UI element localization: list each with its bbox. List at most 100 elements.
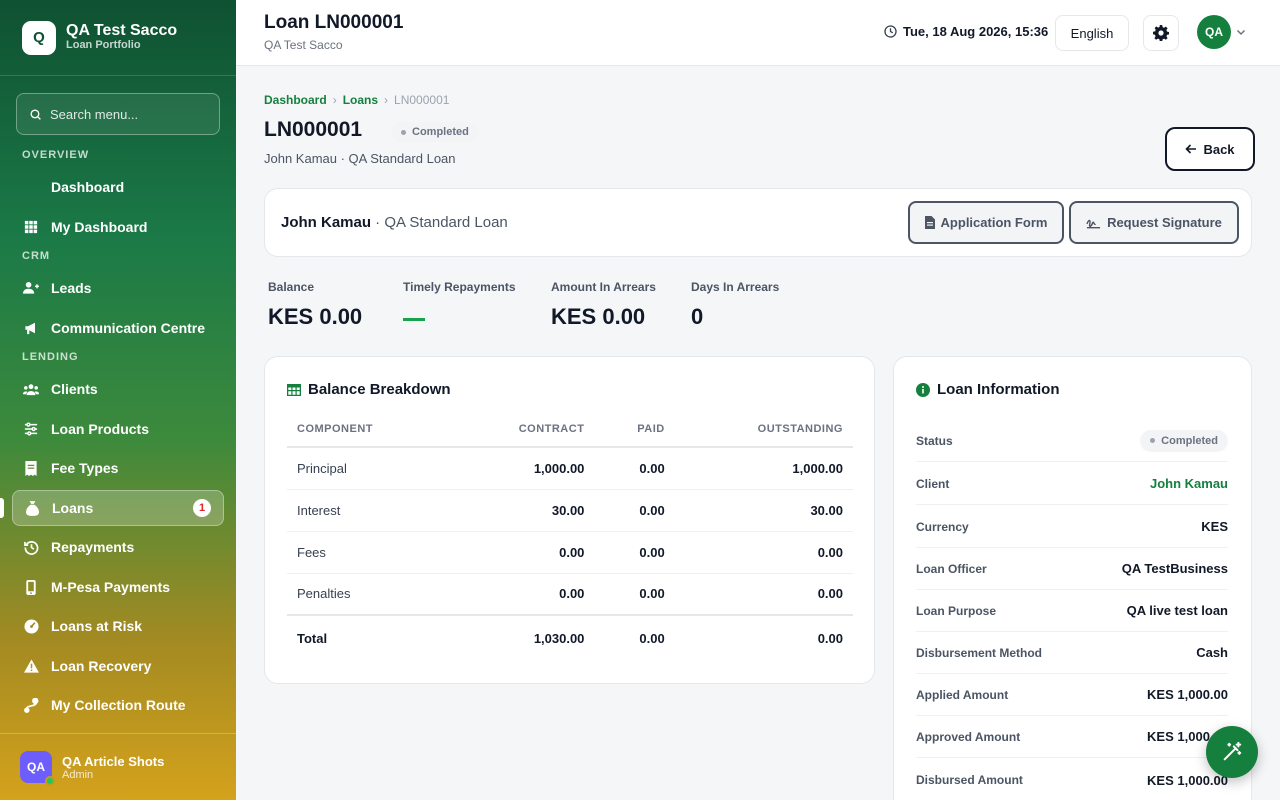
balance-breakdown-title: Balance Breakdown xyxy=(287,381,451,398)
language-select[interactable]: English xyxy=(1055,15,1129,51)
loan-header-title: John Kamau · QA Standard Loan xyxy=(281,214,508,231)
sidebar-item-loans[interactable]: Loans 1 xyxy=(12,490,224,526)
info-label: Disbursement Method xyxy=(916,645,1043,660)
loan-product-name: · QA Standard Loan xyxy=(371,214,508,231)
active-indicator xyxy=(0,498,4,518)
sidebar-item-fee-types[interactable]: Fee Types xyxy=(12,450,224,486)
table-icon xyxy=(287,383,301,396)
sidebar-item-communication[interactable]: Communication Centre xyxy=(12,310,224,346)
stat-timely-repayments: Timely Repayments xyxy=(403,280,516,321)
stat-value: 0 xyxy=(691,304,704,329)
sidebar-item-repayments[interactable]: Repayments xyxy=(12,529,224,565)
sidebar-item-collection-route[interactable]: My Collection Route xyxy=(12,687,224,723)
application-form-button[interactable]: Application Form xyxy=(908,201,1064,244)
info-label: Approved Amount xyxy=(916,729,1021,744)
grid-icon xyxy=(23,219,39,235)
sidebar-item-my-dashboard[interactable]: My Dashboard xyxy=(12,209,224,245)
stat-value: KES 0.00 xyxy=(551,304,646,329)
info-row-loan-purpose: Loan Purpose QA live test loan xyxy=(916,590,1228,632)
status-badge: Completed xyxy=(392,122,478,142)
sidebar-item-label: Loans at Risk xyxy=(51,618,143,634)
users-icon xyxy=(23,381,39,397)
stat-label: Balance xyxy=(268,280,315,294)
info-label: Loan Officer xyxy=(916,561,987,576)
table-cell: 0.00 xyxy=(594,489,675,532)
sidebar-item-loans-at-risk[interactable]: Loans at Risk xyxy=(12,608,224,644)
stat-value-dash xyxy=(403,318,425,321)
balance-breakdown-table: COMPONENT CONTRACT PAID OUTSTANDING Prin… xyxy=(287,411,853,661)
breadcrumb-dashboard[interactable]: Dashboard xyxy=(264,93,327,107)
user-profile[interactable]: QA QA Article Shots Admin xyxy=(0,733,236,800)
request-signature-label: Request Signature xyxy=(1107,215,1222,230)
breadcrumb-current: LN000001 xyxy=(394,93,450,107)
balance-breakdown-card: Balance Breakdown COMPONENT CONTRACT PAI… xyxy=(264,356,875,684)
gauge-icon xyxy=(23,618,39,634)
document-icon xyxy=(924,216,935,229)
loans-count-badge: 1 xyxy=(193,499,211,517)
datetime-text: Tue, 18 Aug 2026, 15:36 xyxy=(903,24,1049,39)
table-cell: Penalties xyxy=(287,573,450,616)
topbar: Loan LN000001 QA Test Sacco Tue, 18 Aug … xyxy=(236,0,1280,66)
chevron-down-icon[interactable] xyxy=(1236,27,1246,37)
table-cell: 0.00 xyxy=(449,531,595,574)
back-button[interactable]: Back xyxy=(1165,127,1255,171)
table-cell: 30.00 xyxy=(674,489,853,532)
table-cell: 1,000.00 xyxy=(674,447,853,490)
brand-logo: Q xyxy=(22,20,56,55)
user-avatar-button[interactable]: QA xyxy=(1197,15,1231,49)
info-row-approved-amount: Approved Amount KES 1,000.00 xyxy=(916,716,1228,758)
sidebar-item-label: Loan Recovery xyxy=(51,658,152,674)
info-label: Status xyxy=(916,433,953,448)
client-name: John Kamau xyxy=(281,214,372,231)
warning-icon xyxy=(23,658,39,674)
info-label: Disbursed Amount xyxy=(916,773,1023,787)
sidebar-item-loan-recovery[interactable]: Loan Recovery xyxy=(12,648,224,684)
client-link[interactable]: John Kamau xyxy=(1150,476,1228,491)
column-header: PAID xyxy=(594,411,675,448)
info-row-applied-amount: Applied Amount KES 1,000.00 xyxy=(916,674,1228,716)
sidebar-item-label: Fee Types xyxy=(51,460,119,476)
table-cell: 0.00 xyxy=(594,573,675,616)
receipt-icon xyxy=(23,460,39,476)
sidebar-item-clients[interactable]: Clients xyxy=(12,371,224,407)
loan-information-card: Loan Information Status Completed Client… xyxy=(893,356,1252,800)
sidebar-item-loan-products[interactable]: Loan Products xyxy=(12,411,224,447)
route-icon xyxy=(23,697,39,713)
search-input[interactable]: Search menu... xyxy=(16,93,220,135)
table-header-row: COMPONENT CONTRACT PAID OUTSTANDING xyxy=(287,411,853,448)
history-icon xyxy=(23,539,39,555)
search-icon xyxy=(30,108,41,120)
request-signature-button[interactable]: Request Signature xyxy=(1069,201,1239,244)
user-plus-icon xyxy=(23,280,39,296)
online-status-dot xyxy=(45,776,55,786)
sidebar-item-label: Leads xyxy=(51,280,92,296)
loan-header-card: John Kamau · QA Standard Loan Applicatio… xyxy=(264,188,1252,257)
table-cell: 0.00 xyxy=(594,531,675,574)
stat-amount-in-arrears: Amount In Arrears KES 0.00 xyxy=(551,280,656,330)
sidebar-item-leads[interactable]: Leads xyxy=(12,270,224,306)
back-label: Back xyxy=(1203,141,1235,157)
sidebar-item-label: Loan Products xyxy=(51,421,150,437)
section-lending: LENDING xyxy=(22,351,79,363)
sidebar-item-label: Communication Centre xyxy=(51,320,206,336)
info-row-disbursement-method: Disbursement Method Cash xyxy=(916,632,1228,674)
settings-button[interactable] xyxy=(1143,15,1179,51)
breadcrumb-loans[interactable]: Loans xyxy=(343,93,378,107)
table-row: Interest 30.00 0.00 30.00 xyxy=(287,489,853,532)
table-cell: Interest xyxy=(287,489,450,532)
brand[interactable]: Q QA Test Sacco Loan Portfolio xyxy=(0,0,236,76)
section-overview: OVERVIEW xyxy=(22,149,90,161)
info-row-disbursed-amount: Disbursed Amount KES 1,000.00 xyxy=(916,759,1228,800)
table-cell: 0.00 xyxy=(674,531,853,574)
info-value: QA TestBusiness xyxy=(1121,561,1228,576)
magic-action-button[interactable] xyxy=(1206,726,1258,778)
brand-name: QA Test Sacco xyxy=(66,22,178,39)
sidebar-item-dashboard[interactable]: Dashboard xyxy=(12,169,224,205)
table-cell: 1,030.00 xyxy=(449,614,595,661)
info-value: KES 1,000.00 xyxy=(1147,772,1228,788)
stat-label: Amount In Arrears xyxy=(551,280,656,294)
sidebar-item-mpesa[interactable]: M-Pesa Payments xyxy=(12,569,224,605)
table-cell: Principal xyxy=(287,447,450,490)
page-heading-subtitle: QA Test Sacco xyxy=(264,38,343,52)
avatar-initials: QA xyxy=(27,760,45,774)
